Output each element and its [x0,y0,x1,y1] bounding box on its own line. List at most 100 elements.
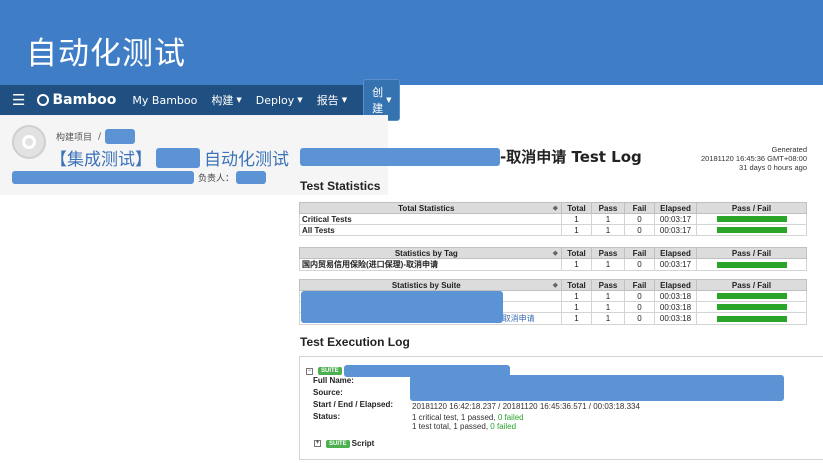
redacted-owner [236,171,267,184]
generated-info: Generated 20181120 16:45:36 GMT+08:00 31… [701,145,807,172]
cell-total: 1 [561,258,592,271]
cell-fail: 0 [624,258,655,271]
test-execution-log: − SUITE Full Name: Source: Start / End /… [299,356,823,460]
cell-name[interactable]: All Tests [299,224,562,236]
slide-title: 自动化测试 [26,36,186,72]
table-row: Critical Tests 1 1 0 00:03:17 [299,213,807,225]
cell-elapsed: 00:03:17 [654,213,697,225]
chevron-down-icon: ▼ [297,96,303,104]
cell-pass-fail [696,301,807,313]
suite-badge: SUITE [318,367,342,375]
bamboo-nav-bar: ☰ Bamboo My Bamboo 构建 ▼ Deploy ▼ 报告 ▼ 创建 ▼ [0,79,401,121]
column-header[interactable]: Elapsed [654,202,697,214]
pass-bar [716,261,787,268]
column-header[interactable]: Statistics by Tag ◆ [299,247,562,259]
cell-total: 1 [561,290,592,302]
cell-pass: 1 [591,290,625,302]
start-end-label: Start / End / Elapsed: [313,400,394,409]
pass-bar [716,216,787,222]
chevron-down-icon: ▼ [236,96,242,104]
full-name-label: Full Name: [313,376,354,385]
column-header[interactable]: Pass [591,279,625,291]
script-suite-row[interactable]: + SUITE Script [314,439,374,448]
nav-reports[interactable]: 报告 ▼ [317,92,347,108]
cell-pass-fail [696,224,807,236]
cell-name[interactable]: Critical Tests [299,213,562,225]
column-header[interactable]: Fail [624,202,655,214]
redacted-description [12,171,194,184]
breadcrumb-build-projects[interactable]: 构建项目 [56,130,92,143]
breadcrumb: 构建项目 / [56,129,136,144]
cell-pass: 1 [591,213,625,225]
column-header[interactable]: Total [561,202,592,214]
redacted-plan-name [156,147,200,168]
cell-fail: 0 [624,290,655,302]
cell-total: 1 [561,224,592,236]
cell-fail: 0 [624,213,655,225]
cell-pass: 1 [591,312,625,325]
column-header[interactable]: Elapsed [654,279,697,291]
collapse-toggle-icon[interactable]: − [306,367,313,375]
column-header[interactable]: Pass / Fail [696,202,807,214]
status-critical: 1 critical test, 1 passed, 0 failed [412,413,524,422]
column-header[interactable]: Elapsed [654,247,697,259]
column-header[interactable]: Fail [624,247,655,259]
script-suite-name[interactable]: Script [352,439,375,448]
cell-elapsed: 00:03:17 [654,224,697,236]
column-header[interactable]: Pass [591,247,625,259]
redacted-project-name [105,129,136,144]
cell-name[interactable]: 国内贸易信用保险(进口保理)-取消申请 [299,258,562,271]
nav-deploy[interactable]: Deploy ▼ [256,94,303,107]
nav-my-bamboo[interactable]: My Bamboo [132,94,197,107]
test-log-title: -取消申请 Test Log [300,146,642,167]
plan-title: 【集成测试】 自动化测试 [50,145,289,170]
start-end-value: 20181120 16:42:18.237 / 20181120 16:45:3… [412,402,640,411]
hamburger-menu-icon[interactable]: ☰ [12,91,25,109]
bamboo-logo[interactable]: Bamboo [37,92,116,108]
cell-pass-fail [696,290,807,302]
table-row: 国内贸易信用保险(进口保理)-取消申请 1 1 0 00:03:17 [299,258,807,271]
breadcrumb-separator: / [98,131,102,142]
column-header[interactable]: Statistics by Suite ◆ [299,279,562,291]
cell-pass-fail [696,258,807,271]
redacted-full-name-and-source [410,375,784,401]
column-header[interactable]: Pass / Fail [696,279,807,291]
cell-fail: 0 [624,312,655,325]
column-header[interactable]: Total Statistics ◆ [299,202,562,214]
cell-elapsed: 00:03:18 [654,290,697,302]
pass-bar [716,315,787,322]
column-header[interactable]: Fail [624,279,655,291]
cell-elapsed: 00:03:18 [654,312,697,325]
cell-total: 1 [561,312,592,325]
cell-total: 1 [561,213,592,225]
cell-fail: 0 [624,301,655,313]
cell-pass: 1 [591,224,625,236]
column-header[interactable]: Total [561,279,592,291]
cell-fail: 0 [624,224,655,236]
gear-icon [22,135,36,149]
redacted-suite-title [300,147,500,166]
cell-pass: 1 [591,258,625,271]
status-label: Status: [313,412,341,421]
owner-row: 负责人： [12,171,267,184]
expand-toggle-icon[interactable]: + [314,440,321,447]
suite-badge: SUITE [326,439,350,448]
chevron-down-icon: ▼ [341,96,348,104]
column-header[interactable]: Total [561,247,592,259]
column-header[interactable]: Pass [591,202,625,214]
source-label: Source: [313,388,343,397]
column-header[interactable]: Pass / Fail [696,247,807,259]
tag-statistics-table: Statistics by Tag ◆ Total Pass Fail Elaps… [299,247,807,271]
project-avatar [12,125,46,159]
bamboo-logo-icon [37,94,50,106]
redacted-suite-names [301,291,503,323]
cell-pass-fail [696,312,807,325]
pass-bar [716,304,787,310]
cell-total: 1 [561,301,592,313]
table-row: All Tests 1 1 0 00:03:17 [299,224,807,236]
cell-elapsed: 00:03:17 [654,258,697,271]
total-statistics-table: Total Statistics ◆ Total Pass Fail Elapse… [299,202,807,236]
cell-elapsed: 00:03:18 [654,301,697,313]
owner-label: 负责人： [198,174,235,184]
nav-build[interactable]: 构建 ▼ [211,92,241,108]
